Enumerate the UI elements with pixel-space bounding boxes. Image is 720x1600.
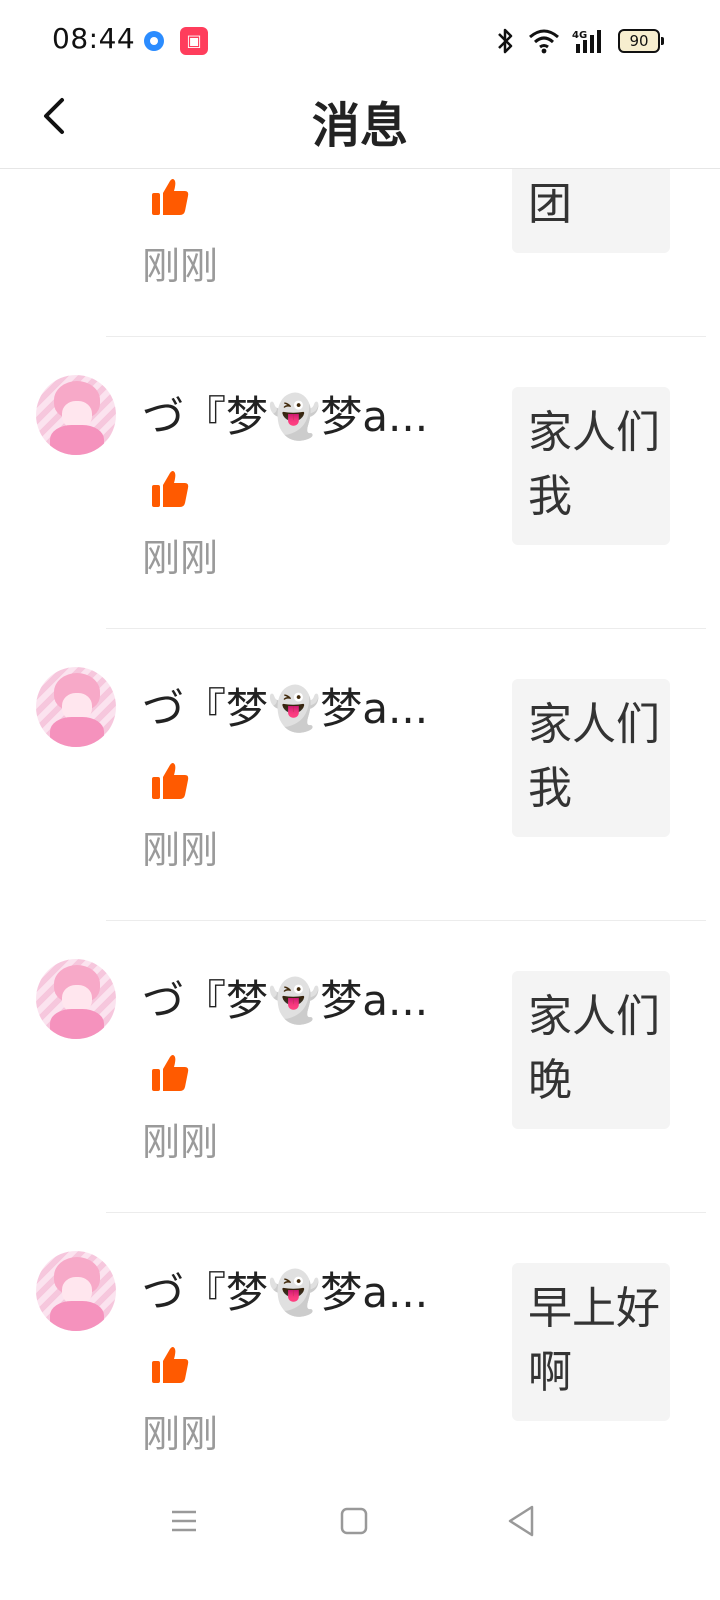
username[interactable]: づ『梦👻梦a... (142, 383, 462, 444)
timestamp: 刚刚 (142, 828, 219, 872)
list-item[interactable]: づ『梦👻梦a... 刚刚 家人们晚 (0, 921, 720, 1213)
status-time: 08:44 (52, 22, 136, 55)
avatar[interactable] (36, 959, 116, 1039)
thumbs-up-icon (152, 763, 189, 799)
message-preview[interactable]: 家人们我 (512, 387, 670, 545)
list-item[interactable]: づ『梦👻梦a... 刚刚 家人们我 (0, 629, 720, 921)
list-item[interactable]: 刚刚 谁要进团 (0, 169, 720, 337)
thumbs-up-icon (152, 1347, 189, 1383)
system-nav-bar (0, 1471, 720, 1600)
message-preview[interactable]: 谁要进团 (512, 169, 670, 253)
signal-icon: 4G (572, 30, 601, 53)
timestamp: 刚刚 (142, 536, 219, 580)
timestamp: 刚刚 (142, 244, 219, 288)
message-preview[interactable]: 早上好啊 (512, 1263, 670, 1421)
header: 消息 (0, 80, 720, 169)
timestamp: 刚刚 (142, 1120, 219, 1164)
username[interactable]: づ『梦👻梦a... (142, 1259, 462, 1320)
page-title: 消息 (311, 98, 408, 154)
message-list[interactable]: 刚刚 谁要进团 づ『梦👻梦a... 刚刚 家人们我 づ『梦👻梦a... (0, 169, 720, 1471)
list-item[interactable]: づ『梦👻梦a... 刚刚 家人们我 (0, 337, 720, 629)
network-type: 4G (572, 30, 587, 41)
thumbs-up-icon (152, 471, 189, 507)
thumbs-up-icon (152, 1055, 189, 1091)
home-nav-button[interactable] (334, 1501, 374, 1541)
bluetooth-icon (498, 28, 513, 54)
browser-icon (144, 31, 164, 51)
list-item[interactable]: づ『梦👻梦a... 刚刚 早上好啊 (0, 1213, 720, 1471)
message-preview[interactable]: 家人们晚 (512, 971, 670, 1129)
status-bar: 08:44 ▣ 4G 90 (0, 0, 720, 80)
username[interactable]: づ『梦👻梦a... (142, 967, 462, 1028)
wifi-icon (529, 29, 559, 54)
avatar[interactable] (36, 667, 116, 747)
battery-indicator: 90 (618, 29, 664, 53)
avatar[interactable] (36, 375, 116, 455)
avatar[interactable] (36, 1251, 116, 1331)
menu-nav-button[interactable] (164, 1501, 204, 1541)
back-nav-button[interactable] (502, 1501, 542, 1541)
status-indicators: 4G 90 (496, 24, 664, 58)
thumbs-up-icon (152, 179, 189, 215)
timestamp: 刚刚 (142, 1412, 219, 1456)
video-app-icon: ▣ (180, 27, 208, 55)
username[interactable]: づ『梦👻梦a... (142, 675, 462, 736)
message-preview[interactable]: 家人们我 (512, 679, 670, 837)
